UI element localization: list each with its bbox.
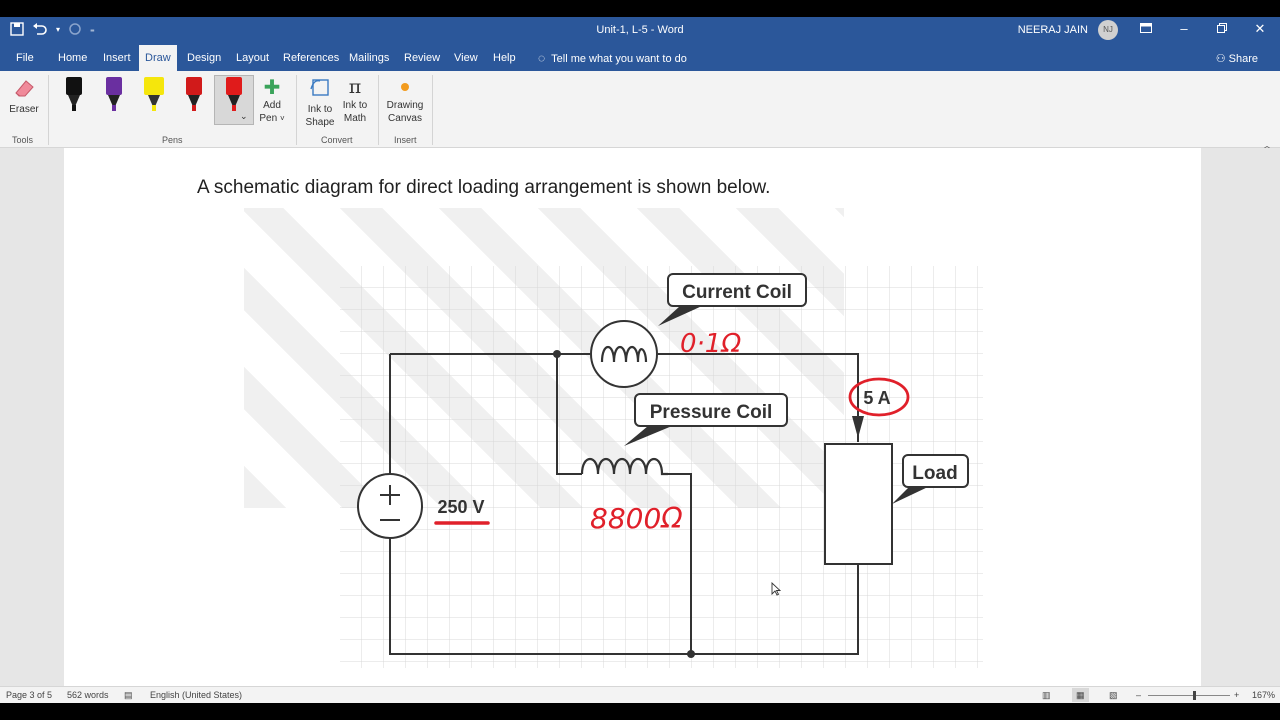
restore-icon[interactable] (1212, 21, 1232, 36)
ribbon: Eraser Tools ⌄ ✚ Add Pen ˅ Pens Ink to S… (0, 71, 1280, 152)
tab-references[interactable]: References (277, 45, 345, 71)
divider (48, 75, 49, 145)
drawing-canvas-label-1: Drawing (386, 100, 424, 111)
ink-to-math-button[interactable]: π Ink to Math (339, 75, 371, 125)
ribbon-display-options-icon[interactable] (1136, 21, 1156, 36)
eraser-button[interactable]: Eraser (8, 77, 40, 116)
add-pen-button[interactable]: ✚ Add Pen ˅ (257, 77, 287, 125)
ribbon-tabs: File Home Insert Draw Design Layout Refe… (0, 45, 1280, 71)
ink-to-shape-label-1: Ink to (307, 104, 333, 115)
paragraph-text[interactable]: A schematic diagram for direct loading a… (197, 177, 770, 199)
ink-pressure-coil-resistance: 8800Ω (590, 502, 683, 535)
current-coil-symbol (590, 320, 658, 388)
pressure-coil-label: Pressure Coil (650, 402, 773, 423)
page-count[interactable]: Page 3 of 5 (6, 690, 52, 700)
tab-insert[interactable]: Insert (97, 45, 137, 71)
drawing-canvas-label-2: Canvas (388, 113, 422, 124)
current-value-label: 5 A (863, 388, 890, 408)
avatar[interactable]: NJ (1098, 20, 1118, 40)
pen-purple[interactable] (103, 77, 125, 113)
pi-icon: π (348, 76, 362, 98)
tab-draw[interactable]: Draw (139, 45, 177, 71)
tab-layout[interactable]: Layout (230, 45, 275, 71)
divider (432, 75, 433, 145)
junction-dot (687, 650, 695, 658)
lightbulb-icon: ◌ (538, 51, 546, 65)
close-icon[interactable]: ✕ (1250, 21, 1270, 37)
tell-me-search[interactable]: ◌ Tell me what you want to do (538, 45, 687, 72)
drawing-canvas-icon (384, 75, 426, 99)
ink-current-coil-resistance: 0·1Ω (680, 329, 741, 359)
circuit-diagram[interactable]: Current Coil Pressure Coil Load 5 A 250 … (340, 266, 983, 668)
print-layout-icon[interactable]: ▦ (1072, 688, 1089, 702)
ink-to-shape-button[interactable]: Ink to Shape (303, 75, 337, 129)
tab-help[interactable]: Help (487, 45, 522, 71)
user-name[interactable]: NEERAJ JAIN (1018, 24, 1088, 36)
drawing-canvas-button[interactable]: Drawing Canvas (384, 75, 426, 125)
tab-mailings[interactable]: Mailings (343, 45, 395, 71)
mouse-cursor-icon (771, 582, 781, 596)
page[interactable]: A schematic diagram for direct loading a… (64, 148, 1201, 686)
ink-to-math-label-1: Ink to (342, 100, 368, 111)
load-box (824, 443, 893, 565)
window-title: Unit-1, L-5 - Word (596, 24, 684, 36)
word-window: ▾ ₌ Unit-1, L-5 - Word NEERAJ JAIN NJ – … (0, 17, 1280, 703)
pen-black[interactable] (63, 77, 85, 113)
group-label-convert: Convert (321, 135, 353, 145)
share-label: Share (1228, 53, 1258, 65)
eraser-label: Eraser (9, 104, 39, 115)
tab-review[interactable]: Review (398, 45, 446, 71)
group-label-tools: Tools (12, 135, 34, 145)
minimize-icon[interactable]: – (1174, 21, 1194, 36)
word-count[interactable]: 562 words (67, 690, 109, 700)
current-coil-label: Current Coil (682, 282, 792, 303)
pen-options-chevron-icon[interactable]: ⌄ (240, 111, 248, 122)
add-pen-label-2: Pen (259, 113, 278, 124)
voltage-label: 250 V (437, 497, 484, 517)
group-label-pens: Pens (162, 135, 183, 145)
load-label: Load (912, 463, 957, 484)
chevron-down-icon: ˅ (279, 114, 285, 123)
tab-home[interactable]: Home (52, 45, 93, 71)
divider (378, 75, 379, 145)
plus-icon: ✚ (263, 77, 281, 99)
language[interactable]: English (United States) (150, 690, 242, 700)
highlighter-yellow[interactable] (143, 77, 165, 113)
ink-to-math-label-2: Math (343, 113, 367, 124)
voltage-source-symbol (357, 473, 423, 539)
junction-dot (553, 350, 561, 358)
ink-to-shape-icon (310, 79, 329, 96)
ink-to-shape-label-2: Shape (305, 117, 335, 128)
proofing-icon[interactable]: ▤ (124, 690, 133, 701)
person-icon: ⚇ (1215, 53, 1226, 65)
zoom-in-icon[interactable]: + (1234, 690, 1239, 700)
share-button[interactable]: ⚇ Share (1216, 45, 1258, 73)
add-pen-label: Add (263, 100, 281, 111)
document-area[interactable]: A schematic diagram for direct loading a… (0, 148, 1280, 686)
zoom-slider-thumb[interactable] (1193, 691, 1196, 700)
title-bar: ▾ ₌ Unit-1, L-5 - Word NEERAJ JAIN NJ – … (0, 17, 1280, 45)
tab-file[interactable]: File (10, 45, 40, 71)
eraser-icon (15, 80, 34, 97)
web-layout-icon[interactable]: ▧ (1109, 690, 1118, 701)
divider (296, 75, 297, 145)
tab-design[interactable]: Design (181, 45, 227, 71)
group-label-insert: Insert (394, 135, 417, 145)
tell-me-label: Tell me what you want to do (551, 53, 687, 65)
zoom-out-icon[interactable]: – (1136, 690, 1141, 700)
tab-view[interactable]: View (448, 45, 484, 71)
zoom-slider[interactable] (1148, 695, 1230, 696)
read-mode-icon[interactable]: ▥ (1042, 690, 1051, 701)
zoom-level[interactable]: 167% (1252, 690, 1275, 700)
pen-red-selected[interactable] (223, 77, 245, 113)
pencil-red[interactable] (183, 77, 205, 113)
status-bar: Page 3 of 5 562 words ▤ English (United … (0, 686, 1280, 703)
